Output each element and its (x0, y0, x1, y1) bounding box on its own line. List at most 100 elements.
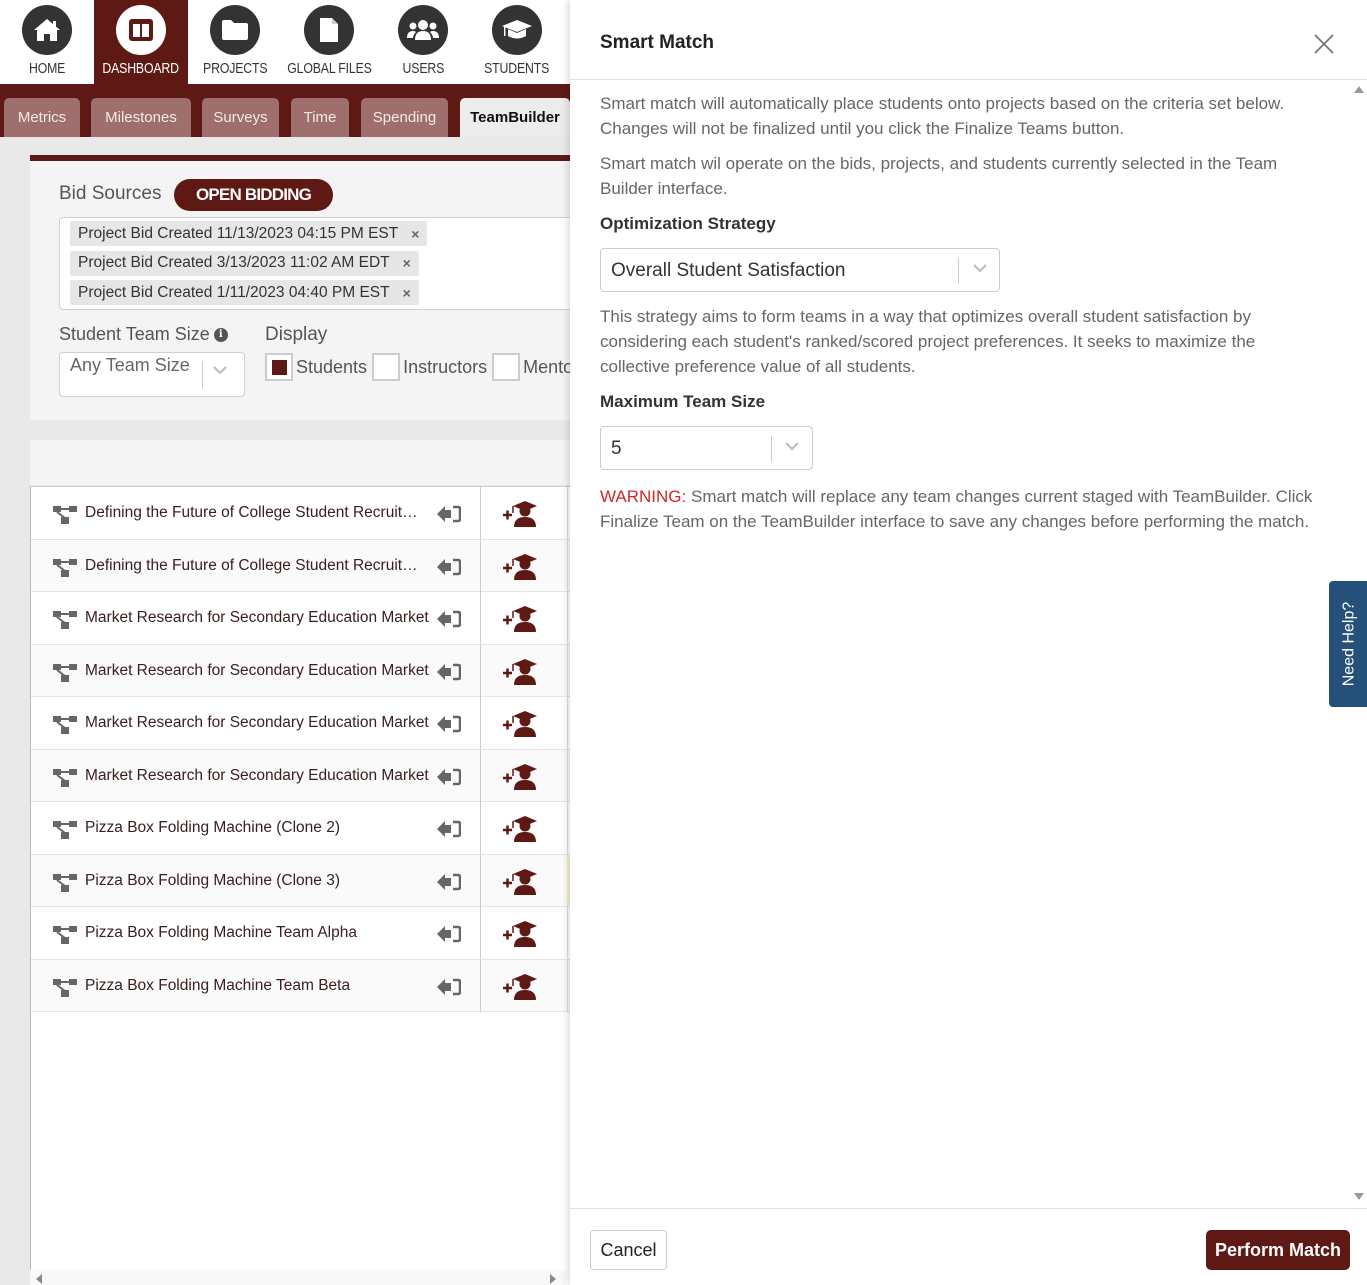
strategy-description: This strategy aims to form teams in a wa… (600, 307, 1256, 376)
strategy-select[interactable]: Overall Student Satisfaction (600, 248, 1000, 292)
project-name[interactable]: Market Research for Secondary Education … (85, 697, 430, 749)
project-row[interactable]: Defining the Future of College Student R… (31, 487, 570, 540)
nav-users-label: USERS (402, 60, 444, 77)
remove-chip-icon[interactable]: × (403, 255, 411, 271)
add-student-icon[interactable] (503, 553, 539, 585)
project-row[interactable]: Market Research for Secondary Education … (31, 749, 570, 802)
nav-dashboard[interactable]: DASHBOARD (94, 0, 188, 84)
project-row[interactable]: Market Research for Secondary Education … (31, 592, 570, 645)
add-student-icon[interactable] (503, 606, 539, 637)
column-divider (567, 697, 568, 749)
remove-chip-icon[interactable]: × (411, 226, 419, 242)
students-checkbox[interactable] (265, 353, 293, 381)
project-name[interactable]: Market Research for Secondary Education … (85, 592, 430, 644)
warning-message: WARNING: Smart match will replace any te… (600, 484, 1320, 534)
warning-text: Smart match will replace any team change… (600, 487, 1313, 531)
team-size-select[interactable]: Any Team Size (59, 352, 245, 397)
instructors-checkbox[interactable] (372, 353, 401, 381)
add-student-icon[interactable] (503, 921, 539, 952)
tab-spending[interactable]: Spending (361, 98, 448, 137)
add-student-icon[interactable] (503, 711, 539, 742)
top-nav: HOME DASHBOARD PROJECTS GLOBAL FILES USE… (0, 0, 570, 84)
mentors-checkbox[interactable] (492, 353, 521, 381)
unassign-icon[interactable] (437, 925, 462, 948)
project-row[interactable]: Pizza Box Folding Machine Team Beta (31, 959, 570, 1012)
tab-milestones[interactable]: Milestones (91, 98, 191, 137)
unassign-icon[interactable] (437, 610, 462, 633)
project-row[interactable]: Market Research for Secondary Education … (31, 697, 570, 750)
team-tree-icon (53, 873, 77, 897)
bid-sources-input[interactable]: Project Bid Created 11/13/2023 04:15 PM … (59, 217, 579, 310)
project-name[interactable]: Market Research for Secondary Education … (85, 750, 430, 802)
open-bidding-button[interactable]: OPEN BIDDING (174, 179, 333, 211)
column-divider (480, 854, 481, 907)
bid-chip-label: Project Bid Created 11/13/2023 04:15 PM … (78, 224, 399, 242)
nav-home[interactable]: HOME (0, 0, 94, 84)
unassign-icon[interactable] (437, 978, 462, 1001)
main-content: Bid Sources OPEN BIDDING Project Bid Cre… (0, 137, 588, 1285)
unassign-icon[interactable] (437, 558, 462, 581)
column-divider (480, 907, 481, 959)
project-row[interactable]: Pizza Box Folding Machine Team Alpha (31, 907, 570, 960)
horizontal-scrollbar[interactable] (30, 1270, 566, 1285)
select-separator (202, 361, 203, 389)
unassign-icon[interactable] (437, 715, 462, 738)
project-row[interactable]: Defining the Future of College Student R… (31, 539, 570, 592)
scroll-down-icon[interactable] (1354, 1193, 1364, 1200)
bid-chip: Project Bid Created 3/13/2023 11:02 AM E… (70, 250, 419, 276)
project-name[interactable]: Market Research for Secondary Education … (85, 645, 430, 697)
select-separator (771, 436, 772, 462)
column-divider (567, 487, 568, 539)
unassign-icon[interactable] (437, 820, 462, 843)
remove-chip-icon[interactable]: × (403, 285, 411, 301)
team-tree-icon (53, 506, 77, 529)
tab-metrics[interactable]: Metrics (4, 98, 80, 137)
intro-text: Smart match will automatically place stu… (600, 94, 1285, 138)
instructors-checkbox-label: Instructors (403, 356, 488, 377)
need-help-button[interactable]: Need Help? (1329, 581, 1367, 707)
bid-chip-label: Project Bid Created 3/13/2023 11:02 AM E… (78, 254, 390, 271)
project-name[interactable]: Defining the Future of College Student R… (85, 540, 430, 592)
project-name[interactable]: Pizza Box Folding Machine Team Alpha (85, 907, 430, 959)
cancel-button[interactable]: Cancel (590, 1230, 667, 1270)
project-name[interactable]: Pizza Box Folding Machine (Clone 3) (85, 855, 430, 907)
add-student-icon[interactable] (503, 658, 539, 690)
team-tree-icon (53, 716, 77, 739)
column-divider (480, 959, 481, 1012)
bid-chip: Project Bid Created 11/13/2023 04:15 PM … (70, 221, 428, 246)
project-name[interactable]: Defining the Future of College Student R… (85, 487, 430, 539)
nav-projects[interactable]: PROJECTS (188, 0, 282, 84)
add-student-icon[interactable] (503, 501, 539, 532)
add-student-icon[interactable] (503, 816, 539, 847)
unassign-icon[interactable] (437, 768, 462, 791)
perform-match-button[interactable]: Perform Match (1206, 1230, 1350, 1270)
tab-surveys[interactable]: Surveys (202, 98, 279, 137)
tab-teambuilder[interactable]: TeamBuilder (460, 98, 570, 137)
add-student-icon[interactable] (503, 763, 539, 795)
scroll-right-icon[interactable] (550, 1274, 556, 1284)
project-list: Defining the Future of College Student R… (30, 486, 571, 1285)
scroll-up-icon[interactable] (1354, 86, 1364, 93)
close-icon[interactable] (1313, 33, 1335, 55)
project-row[interactable]: Market Research for Secondary Education … (31, 644, 570, 697)
project-name[interactable]: Pizza Box Folding Machine (Clone 2) (85, 802, 430, 854)
scroll-left-icon[interactable] (36, 1274, 42, 1284)
nav-users[interactable]: USERS (376, 0, 470, 84)
max-size-value: 5 (611, 438, 622, 459)
modal-header: Smart Match (570, 0, 1367, 80)
project-name[interactable]: Pizza Box Folding Machine Team Beta (85, 960, 430, 1012)
team-tree-icon (53, 821, 77, 844)
add-student-icon[interactable] (503, 868, 539, 900)
unassign-icon[interactable] (437, 663, 462, 686)
nav-students[interactable]: STUDENTS (470, 0, 564, 84)
max-team-size-select[interactable]: 5 (600, 426, 813, 470)
column-divider (567, 644, 568, 697)
project-row[interactable]: Pizza Box Folding Machine (Clone 2) (31, 802, 570, 855)
nav-global-files[interactable]: GLOBAL FILES (282, 0, 376, 84)
unassign-icon[interactable] (437, 505, 462, 528)
tab-time[interactable]: Time (291, 98, 349, 137)
info-icon[interactable]: i (213, 327, 228, 342)
unassign-icon[interactable] (437, 873, 462, 896)
add-student-icon[interactable] (503, 973, 539, 1005)
project-row[interactable]: Pizza Box Folding Machine (Clone 3) (31, 854, 571, 907)
